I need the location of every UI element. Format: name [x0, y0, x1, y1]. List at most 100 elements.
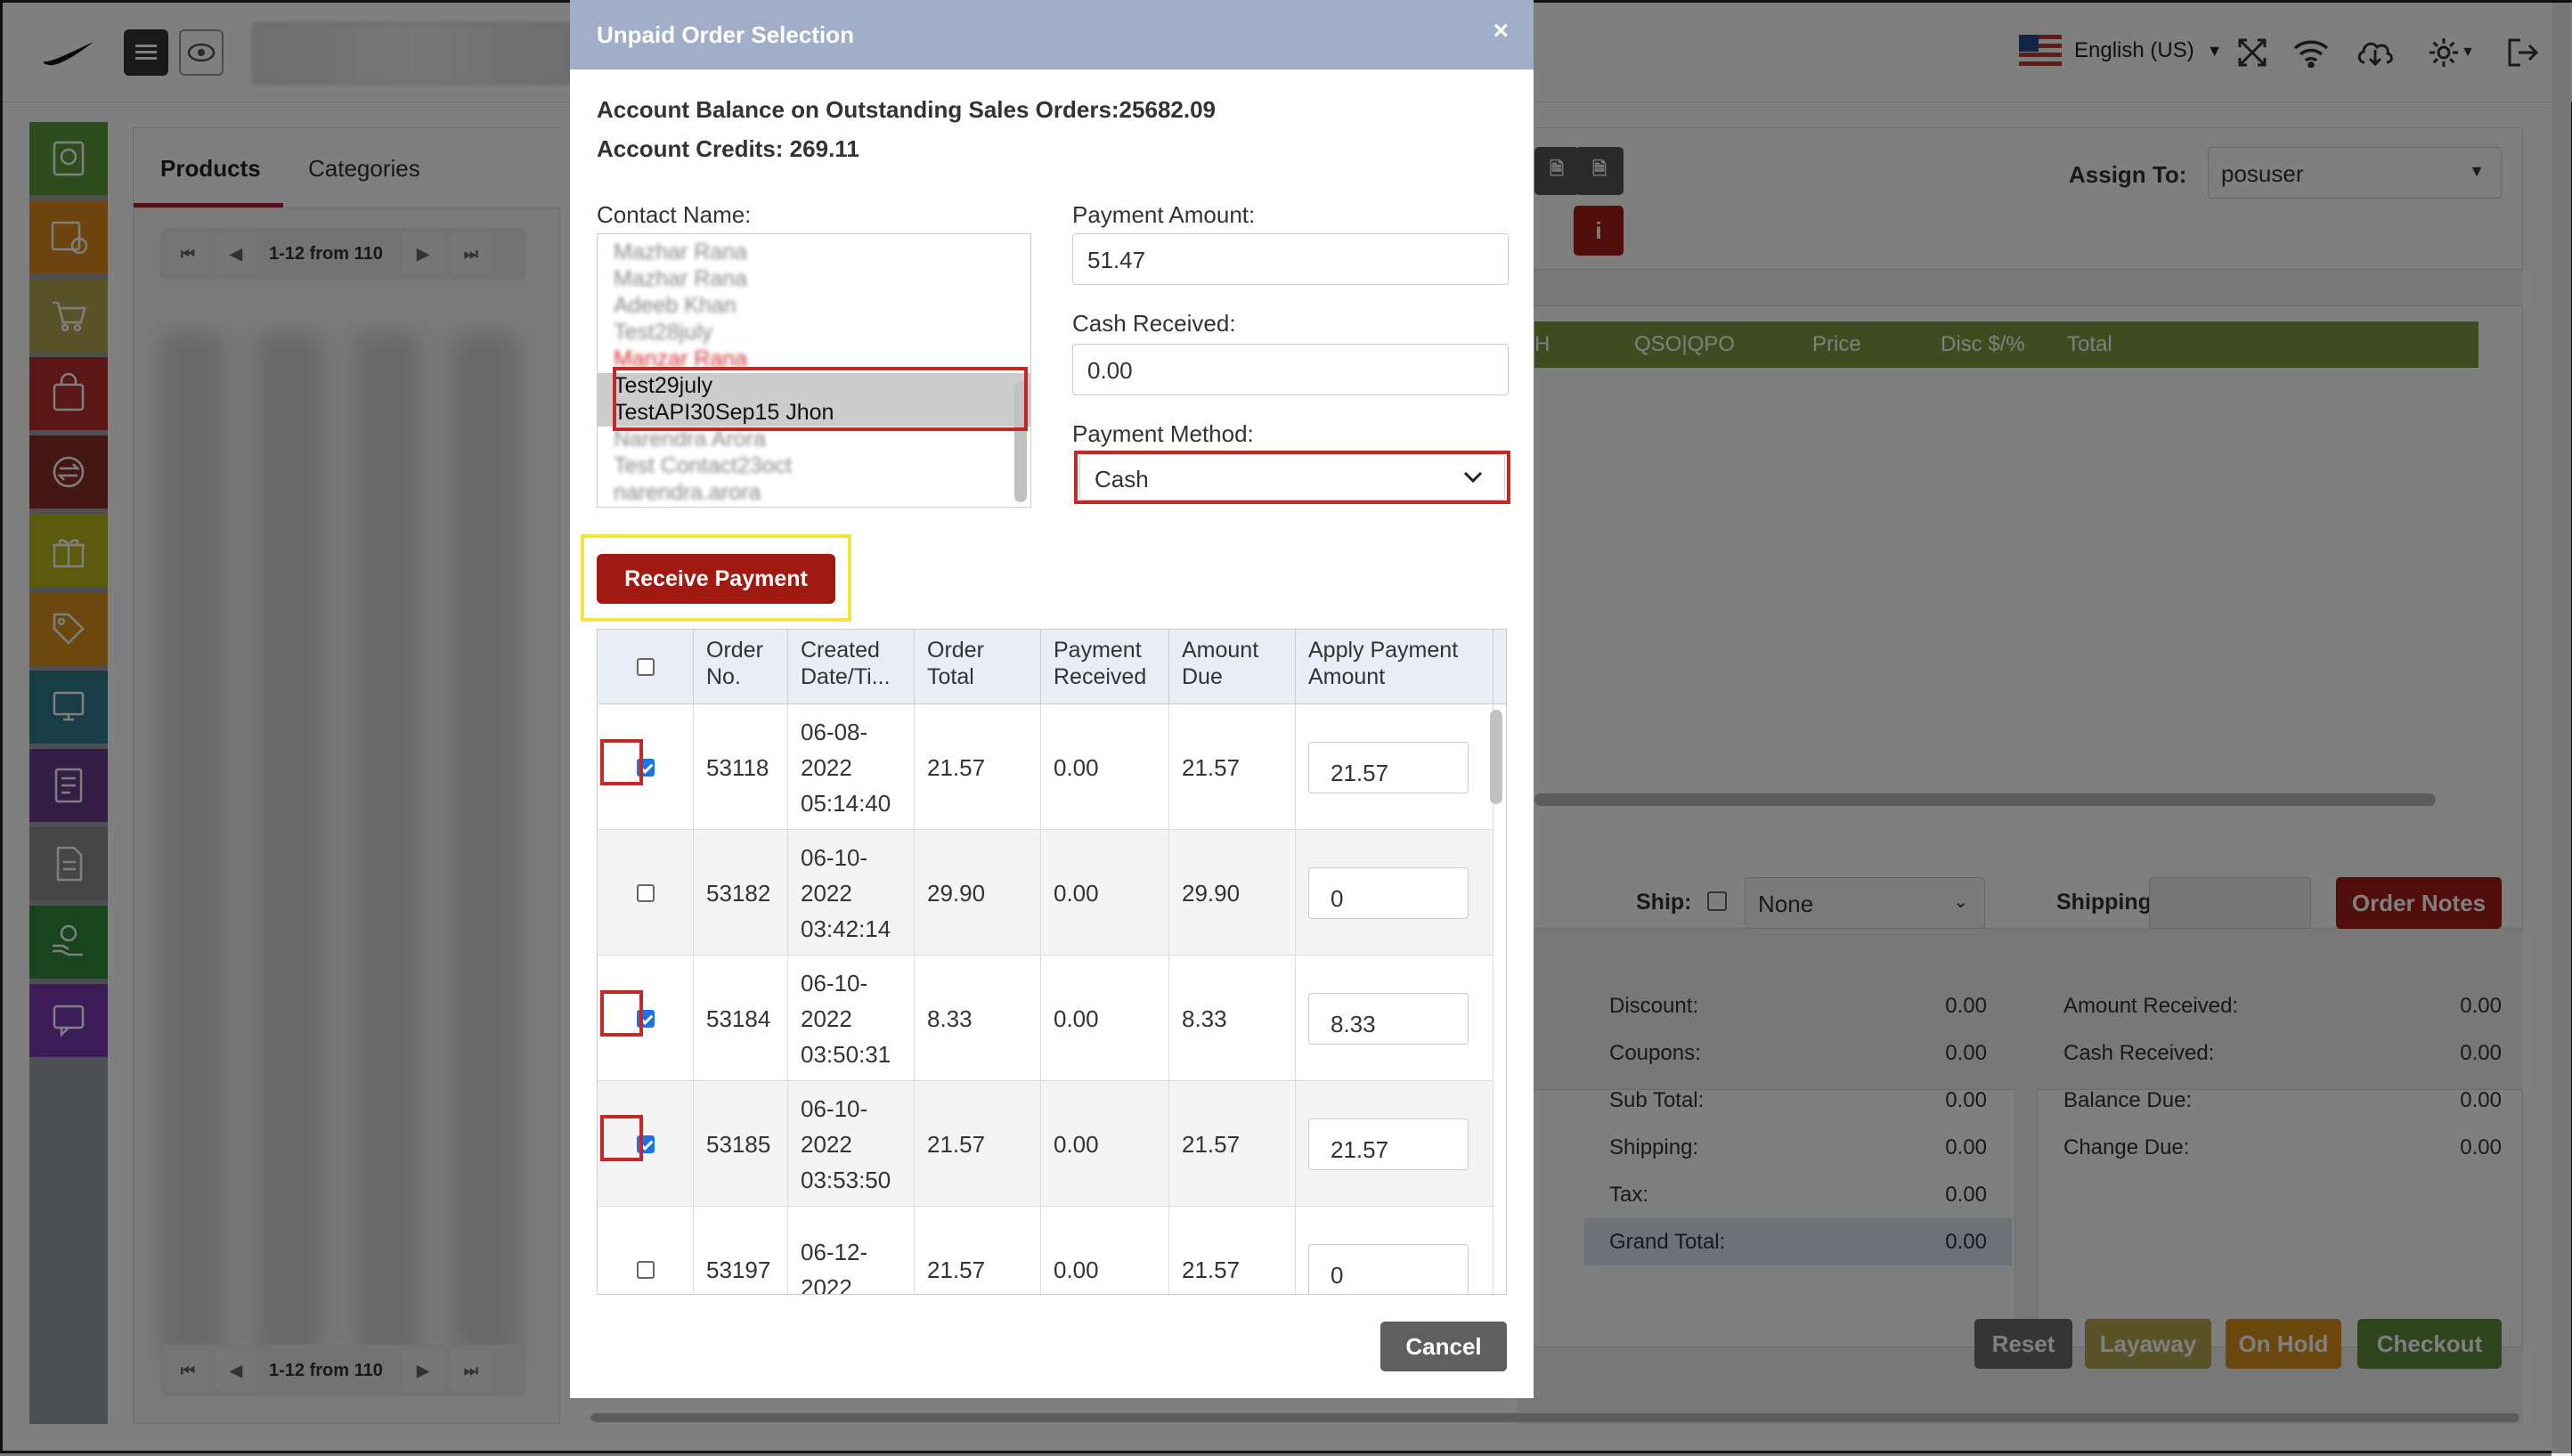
- created-date-part: 06-10-: [801, 969, 868, 996]
- cash-received-input[interactable]: 0.00: [1072, 344, 1509, 395]
- payment-amount-input[interactable]: 51.47: [1072, 233, 1509, 285]
- payment-received-cell-text: 0.00: [1054, 879, 1099, 907]
- amount-due-cell-text: 21.57: [1182, 1256, 1241, 1283]
- order-total-cell-text: 21.57: [927, 1256, 986, 1283]
- created-date-part: 2022: [801, 1130, 852, 1158]
- created-date-cell: 06-10- 2022 03:53:50: [788, 1081, 915, 1207]
- order-total-cell-text: 21.57: [927, 1130, 986, 1158]
- order-no-cell-text: 53182: [706, 879, 771, 907]
- order-total-cell-text: 29.90: [927, 879, 986, 907]
- created-date-part: 03:42:14: [801, 915, 891, 942]
- amount-due-cell: 21.57: [1169, 1207, 1296, 1294]
- created-date-part: 03:50:31: [801, 1040, 891, 1068]
- payment-received-cell-text: 0.00: [1054, 1005, 1099, 1032]
- created-date-part: 2022: [801, 1273, 852, 1295]
- order-total-cell-text: 8.33: [927, 1005, 973, 1032]
- apply-amount-cell: 0: [1296, 830, 1494, 956]
- cancel-button[interactable]: Cancel: [1380, 1322, 1507, 1371]
- order-no-cell-text: 53197: [706, 1256, 771, 1283]
- created-date-part: 2022: [801, 753, 852, 781]
- payment-received-cell: 0.00: [1041, 830, 1169, 956]
- payment-received-cell-text: 0.00: [1054, 1256, 1099, 1283]
- table-scrollbar[interactable]: [1490, 710, 1502, 804]
- order-total-cell: 21.57: [915, 704, 1041, 830]
- payment-received-cell: 0.00: [1041, 1081, 1169, 1207]
- payment-received-cell: 0.00: [1041, 1207, 1169, 1294]
- apply-amount-input[interactable]: 8.33: [1308, 992, 1469, 1045]
- amount-due-cell-text: 29.90: [1182, 879, 1241, 907]
- receive-payment-button[interactable]: Receive Payment: [597, 554, 835, 604]
- order-no-cell-text: 53185: [706, 1130, 771, 1158]
- highlight-box: [600, 1115, 643, 1161]
- created-date-part: 06-12-: [801, 1238, 868, 1265]
- created-date-part: 03:53:50: [801, 1166, 891, 1193]
- table-row: 53185 06-10- 2022 03:53:50 21.57 0.00 21.57 21.…: [598, 1081, 1494, 1207]
- amount-due-cell-text: 21.57: [1182, 1130, 1241, 1158]
- order-no-cell: 53184: [694, 956, 788, 1081]
- order-no-cell: 53185: [694, 1081, 788, 1207]
- payment-received-cell-text: 0.00: [1054, 1130, 1099, 1158]
- created-date-cell: 06-10- 2022 03:50:31: [788, 956, 915, 1081]
- list-item[interactable]: narendra.arora: [598, 480, 1030, 507]
- amount-due-cell: 21.57: [1169, 704, 1296, 830]
- payment-received-cell-text: 0.00: [1054, 753, 1099, 781]
- list-item[interactable]: Mazhar Rana: [598, 240, 1030, 266]
- row-checkbox[interactable]: [636, 1260, 655, 1279]
- order-total-cell: 8.33: [915, 956, 1041, 1081]
- unpaid-order-modal: Unpaid Order Selection × Account Balance…: [570, 0, 1534, 1398]
- order-no-cell: 53182: [694, 830, 788, 956]
- table-row: 53184 06-10- 2022 03:50:31 8.33 0.00 8.33 8.33: [598, 956, 1494, 1081]
- created-date-part: 06-10-: [801, 843, 868, 871]
- account-credits: Account Credits: 269.11: [597, 135, 859, 162]
- amount-due-cell: 8.33: [1169, 956, 1296, 1081]
- col-header-created: Created Date/Ti...: [788, 630, 915, 704]
- order-total-cell: 21.57: [915, 1207, 1041, 1294]
- apply-amount-input[interactable]: 21.57: [1308, 741, 1469, 793]
- row-select-cell: [598, 1207, 694, 1294]
- created-date-part: 06-10-: [801, 1094, 868, 1122]
- apply-amount-input[interactable]: 0: [1308, 866, 1469, 919]
- row-checkbox[interactable]: [636, 883, 655, 902]
- list-item[interactable]: Adeeb Khan: [598, 293, 1030, 320]
- close-icon[interactable]: ×: [1493, 16, 1509, 46]
- order-total-cell: 29.90: [915, 830, 1041, 956]
- select-all-header: [598, 630, 694, 704]
- orders-table: Order No. Created Date/Ti... Order Total…: [597, 629, 1507, 1295]
- highlight-box: [613, 367, 1028, 431]
- order-no-cell-text: 53184: [706, 1005, 771, 1032]
- created-date-part: 2022: [801, 879, 852, 907]
- table-row: 53118 06-08- 2022 05:14:40 21.57 0.00 21.57 21.…: [598, 704, 1494, 830]
- created-date-cell: 06-08- 2022 05:14:40: [788, 704, 915, 830]
- modal-title: Unpaid Order Selection: [597, 21, 854, 48]
- col-header-order-total: Order Total: [915, 630, 1041, 704]
- order-total-cell-text: 21.57: [927, 753, 986, 781]
- created-date-cell: 06-12- 2022: [788, 1207, 915, 1295]
- order-no-cell: 53197: [694, 1207, 788, 1294]
- col-header-amount-due: Amount Due: [1169, 630, 1296, 704]
- select-all-checkbox[interactable]: [636, 657, 655, 676]
- list-item[interactable]: Test Contact23oct: [598, 453, 1030, 480]
- order-no-cell: 53118: [694, 704, 788, 830]
- apply-amount-cell: 0: [1296, 1207, 1494, 1294]
- amount-due-cell-text: 8.33: [1182, 1005, 1227, 1032]
- highlight-box: [600, 990, 643, 1037]
- table-row: 53197 06-12- 2022 21.57 0.00 21.57 0: [598, 1207, 1494, 1295]
- order-total-cell: 21.57: [915, 1081, 1041, 1207]
- contact-label: Contact Name:: [597, 201, 752, 228]
- payment-received-cell: 0.00: [1041, 956, 1169, 1081]
- payment-received-cell: 0.00: [1041, 704, 1169, 830]
- list-item[interactable]: Mazhar Rana: [598, 266, 1030, 293]
- col-header-apply: Apply Payment Amount: [1296, 630, 1494, 704]
- created-date-part: 05:14:40: [801, 789, 891, 817]
- apply-amount-input[interactable]: 0: [1308, 1243, 1469, 1294]
- highlight-box: [600, 739, 643, 785]
- col-header-payment-received: Payment Received: [1041, 630, 1169, 704]
- list-item[interactable]: Test28july: [598, 320, 1030, 346]
- payment-amount-label: Payment Amount:: [1072, 201, 1256, 228]
- header-spacer: [1494, 630, 1506, 704]
- highlight-box: [1074, 451, 1510, 504]
- created-date-part: 2022: [801, 1005, 852, 1032]
- modal-header: Unpaid Order Selection ×: [570, 0, 1534, 69]
- apply-amount-input[interactable]: 21.57: [1308, 1118, 1469, 1170]
- created-date-cell: 06-10- 2022 03:42:14: [788, 830, 915, 956]
